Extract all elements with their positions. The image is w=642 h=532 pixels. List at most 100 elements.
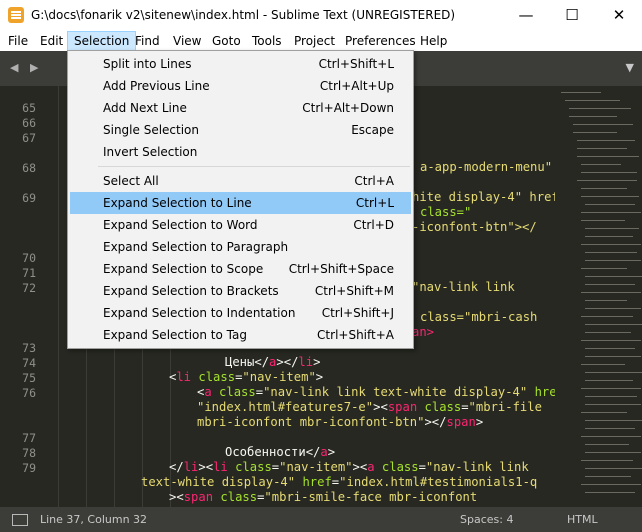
syntax-selector[interactable]: HTML (567, 513, 598, 526)
menu-item-expand-selection-to-word[interactable]: Expand Selection to Word Ctrl+D (70, 214, 411, 236)
code-fragment: a-app-modern-menu" (420, 160, 553, 174)
panel-toggle-icon[interactable] (12, 514, 28, 526)
minimap-line (581, 172, 637, 173)
code-string: nav-item (249, 370, 309, 384)
menu-goto[interactable]: Goto (206, 31, 247, 51)
code-text: Особенности (225, 445, 306, 459)
indentation-setting[interactable]: Spaces: 4 (460, 513, 513, 526)
minimap-line (581, 164, 621, 165)
maximize-button[interactable]: ☐ (549, 0, 595, 31)
minimap-line (585, 492, 635, 493)
menu-selection[interactable]: Selection (67, 31, 137, 51)
menu-item-shortcut: Ctrl+A (354, 174, 394, 188)
menu-preferences[interactable]: Preferences (339, 31, 422, 51)
code-string: mbri-file (475, 400, 542, 414)
indent-guide (58, 86, 59, 507)
minimap-line (585, 404, 641, 405)
menu-view[interactable]: View (167, 31, 207, 51)
minimap-line (585, 356, 641, 357)
minimap-line (577, 156, 639, 157)
minimap-line (581, 292, 641, 293)
menu-item-expand-selection-to-scope[interactable]: Expand Selection to Scope Ctrl+Shift+Spac… (70, 258, 411, 280)
code-line-72c: an> (412, 325, 434, 339)
minimap-line (585, 396, 637, 397)
minimap-line (585, 228, 639, 229)
menu-item-add-next-line[interactable]: Add Next Line Ctrl+Alt+Down (70, 97, 411, 119)
menu-item-label: Single Selection (103, 123, 200, 137)
menu-item-select-all[interactable]: Select All Ctrl+A (70, 170, 411, 192)
menu-find[interactable]: Find (129, 31, 166, 51)
menu-tools[interactable]: Tools (246, 31, 288, 51)
minimap-line (573, 132, 617, 133)
menu-item-shortcut: Ctrl+Alt+Up (319, 79, 394, 93)
menu-item-expand-selection-to-tag[interactable]: Expand Selection to Tag Ctrl+Shift+A (70, 324, 411, 346)
menu-item-shortcut: Ctrl+Shift+J (321, 306, 394, 320)
minimap[interactable] (555, 86, 642, 507)
menu-item-label: Expand Selection to Tag (103, 328, 247, 342)
menu-item-label: Expand Selection to Word (103, 218, 258, 232)
minimap-line (561, 92, 601, 93)
menu-item-expand-selection-to-brackets[interactable]: Expand Selection to Brackets Ctrl+Shift+M (70, 280, 411, 302)
minimap-line (565, 100, 620, 101)
code-string: mbri-iconfont mbr-iconfont-btn (197, 415, 418, 429)
tab-dropdown-icon[interactable]: ▼ (626, 61, 634, 74)
minimap-line (577, 140, 635, 141)
minimap-line (585, 348, 635, 349)
menu-item-label: Add Next Line (103, 101, 187, 115)
minimap-line (585, 452, 641, 453)
menu-item-single-selection[interactable]: Single Selection Escape (70, 119, 411, 141)
code-string: index.html#testimonials1-q (346, 475, 538, 489)
menu-edit[interactable]: Edit (34, 31, 69, 51)
menu-item-expand-selection-to-paragraph[interactable]: Expand Selection to Paragraph (70, 236, 411, 258)
minimap-line (581, 388, 641, 389)
code-fragment: class="mbri-cash (420, 310, 538, 324)
menu-item-label: Invert Selection (103, 145, 198, 159)
menu-item-invert-selection[interactable]: Invert Selection (70, 141, 411, 163)
menu-item-expand-selection-to-line[interactable]: Expand Selection to Line Ctrl+L (70, 192, 411, 214)
minimap-line (569, 108, 631, 109)
code-line-76c: mbri-iconfont mbr-iconfont-btn"></span> (197, 415, 484, 429)
minimap-line (581, 436, 641, 437)
sublime-text-icon (8, 7, 24, 23)
code-fragment: -iconfont-btn"></ (412, 220, 537, 234)
menu-item-add-previous-line[interactable]: Add Previous Line Ctrl+Alt+Up (70, 75, 411, 97)
minimize-button[interactable]: — (503, 0, 549, 31)
minimap-line (585, 444, 629, 445)
code-line-79c: ><span class="mbri-smile-face mbr-iconfo… (169, 490, 478, 504)
code-string: mbri-smile-face mbr-iconfont (271, 490, 478, 504)
code-fragment: class=" (420, 205, 472, 219)
menu-item-split-into-lines[interactable]: Split into Lines Ctrl+Shift+L (70, 53, 411, 75)
menu-item-shortcut: Ctrl+Shift+M (314, 284, 394, 298)
code-text: Цены (225, 355, 255, 369)
code-line-78: Особенности</a> (225, 445, 336, 459)
window-title: G:\docs\fonarik v2\sitenew\index.html - … (31, 8, 456, 22)
code-line-69b: class=" (420, 205, 471, 219)
code-line-69: hite display-4" href= (412, 190, 555, 204)
minimap-line (581, 316, 633, 317)
menu-item-shortcut: Ctrl+Shift+A (317, 328, 394, 342)
minimap-line (581, 212, 641, 213)
menu-item-shortcut: Escape (351, 123, 394, 137)
tab-nav-arrows-icon[interactable]: ◀ ▶ (10, 61, 42, 74)
minimap-line (585, 252, 637, 253)
code-line-79b: text-white display-4" href="index.html#t… (141, 475, 538, 489)
code-string: index.html#features7-e (204, 400, 366, 414)
menu-file[interactable]: File (2, 31, 34, 51)
menu-item-shortcut: Ctrl+Alt+Down (302, 101, 394, 115)
minimap-line (577, 180, 637, 181)
minimap-line (585, 276, 642, 277)
menu-bar: File Edit Selection Find View Goto Tools… (0, 31, 642, 51)
menu-project[interactable]: Project (288, 31, 341, 51)
menu-item-shortcut: Ctrl+L (355, 196, 394, 210)
menu-separator (98, 166, 410, 167)
minimap-line (585, 380, 633, 381)
menu-item-expand-selection-to-indentation[interactable]: Expand Selection to Indentation Ctrl+Shif… (70, 302, 411, 324)
menu-item-label: Expand Selection to Line (103, 196, 252, 210)
minimap-line (585, 324, 642, 325)
code-fragment: hite display-4" href= (412, 190, 555, 204)
close-button[interactable]: ✕ (596, 0, 642, 31)
minimap-line (585, 332, 631, 333)
minimap-line (585, 372, 642, 373)
minimap-line (581, 220, 625, 221)
menu-help[interactable]: Help (414, 31, 453, 51)
